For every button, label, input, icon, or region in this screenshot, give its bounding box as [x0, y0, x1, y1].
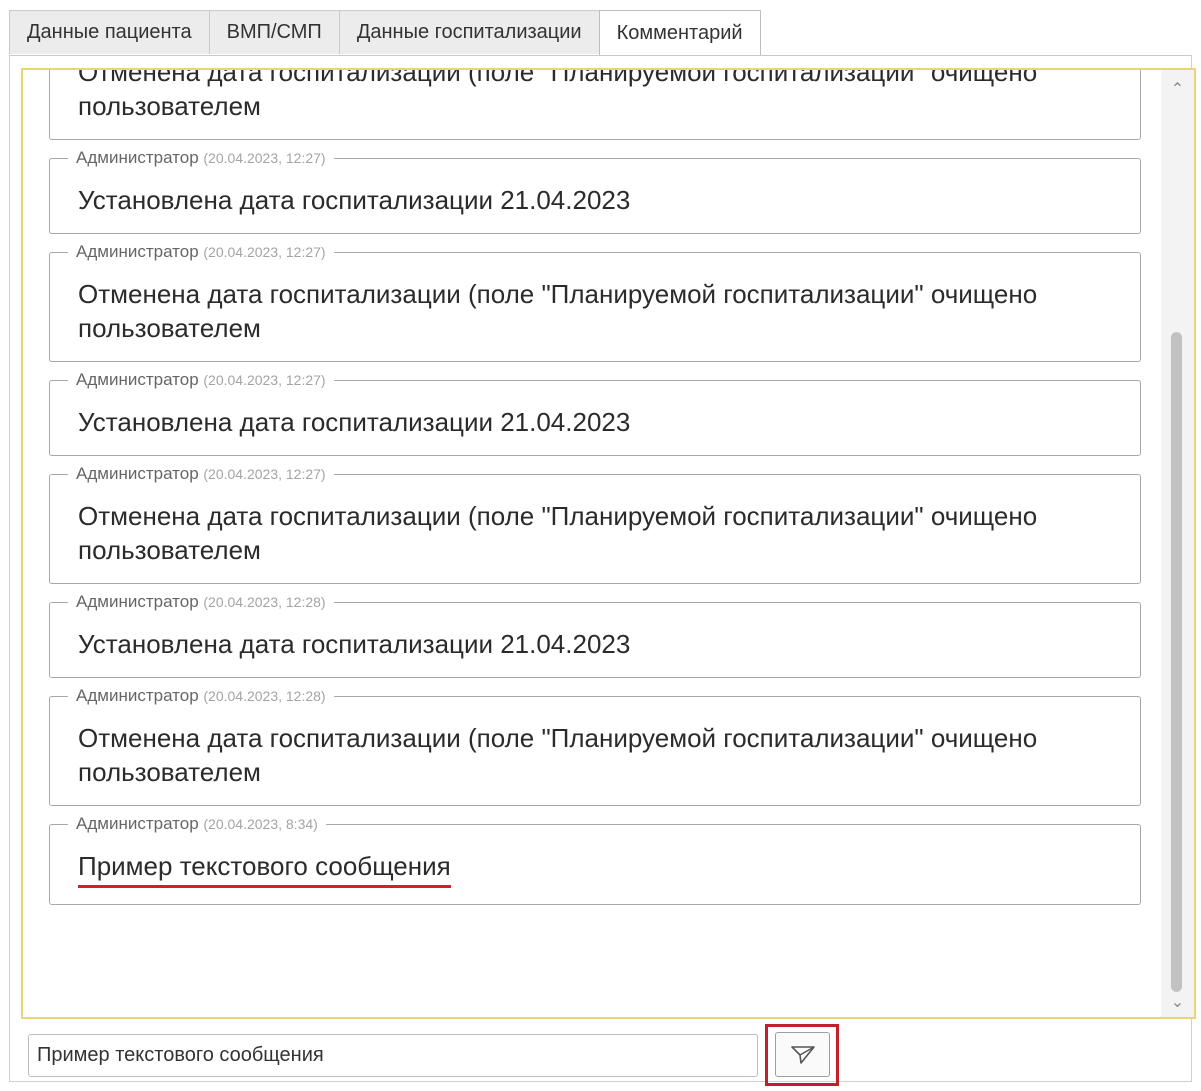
comment-text: Отменена дата госпитализации (поле "План…	[78, 279, 1038, 343]
comment-entry: Администратор (20.04.2023, 12:28) Устано…	[49, 592, 1141, 678]
comment-author: Администратор	[76, 242, 199, 261]
comment-timestamp: (20.04.2023, 12:28)	[203, 594, 326, 610]
comment-entry: Администратор (20.04.2023, 12:28) Отмене…	[49, 686, 1141, 806]
tab-bar: Данные пациента ВМП/СМП Данные госпитали…	[9, 10, 761, 56]
tab-comment[interactable]: Комментарий	[598, 10, 761, 56]
comment-text: Установлена дата госпитализации 21.04.20…	[78, 629, 631, 659]
comment-header: Администратор (20.04.2023, 12:27)	[68, 148, 334, 168]
message-input[interactable]	[28, 1034, 758, 1077]
comment-entry-latest: Администратор (20.04.2023, 8:34) Пример …	[49, 814, 1141, 905]
comment-timestamp: (20.04.2023, 8:34)	[203, 816, 318, 832]
comment-text-highlighted: Пример текстового сообщения	[78, 849, 451, 888]
comment-header: Администратор (20.04.2023, 12:28)	[68, 686, 334, 706]
comment-author: Администратор	[76, 370, 199, 389]
comment-timestamp: (20.04.2023, 12:27)	[203, 466, 326, 482]
comment-timestamp: (20.04.2023, 12:27)	[203, 372, 326, 388]
comment-author: Администратор	[76, 592, 199, 611]
comment-author: Администратор	[76, 686, 199, 705]
comment-timestamp: (20.04.2023, 12:27)	[203, 244, 326, 260]
tab-hospitalization-data[interactable]: Данные госпитализации	[338, 10, 600, 54]
comment-author: Администратор	[76, 464, 199, 483]
comment-list: Отменена дата госпитализации (поле "План…	[23, 68, 1158, 923]
comment-author: Администратор	[76, 814, 199, 833]
comment-log[interactable]: Отменена дата госпитализации (поле "План…	[21, 68, 1196, 1019]
comment-entry: Администратор (20.04.2023, 12:27) Отмене…	[49, 242, 1141, 362]
scroll-up-icon[interactable]: ⌃	[1161, 74, 1194, 104]
comment-entry: Отменена дата госпитализации (поле "План…	[49, 68, 1141, 140]
comment-text: Установлена дата госпитализации 21.04.20…	[78, 185, 631, 215]
tab-patient-data[interactable]: Данные пациента	[9, 10, 210, 54]
comment-text: Установлена дата госпитализации 21.04.20…	[78, 407, 631, 437]
comment-entry: Администратор (20.04.2023, 12:27) Устано…	[49, 370, 1141, 456]
scrollbar-thumb[interactable]	[1171, 332, 1182, 992]
comment-timestamp: (20.04.2023, 12:28)	[203, 688, 326, 704]
comment-header: Администратор (20.04.2023, 12:27)	[68, 464, 334, 484]
comment-text: Отменена дата госпитализации (поле "План…	[78, 501, 1038, 565]
comment-header: Администратор (20.04.2023, 12:27)	[68, 370, 334, 390]
comment-text: Отменена дата госпитализации (поле "План…	[78, 68, 1038, 121]
send-icon	[790, 1045, 815, 1064]
scroll-down-icon[interactable]: ⌄	[1161, 987, 1194, 1017]
comment-timestamp: (20.04.2023, 12:27)	[203, 150, 326, 166]
comment-header: Администратор (20.04.2023, 12:28)	[68, 592, 334, 612]
comment-entry: Администратор (20.04.2023, 12:27) Отмене…	[49, 464, 1141, 584]
comment-entry: Администратор (20.04.2023, 12:27) Устано…	[49, 148, 1141, 234]
send-button[interactable]	[775, 1032, 830, 1077]
comment-text: Отменена дата госпитализации (поле "План…	[78, 723, 1038, 787]
comment-header: Администратор (20.04.2023, 8:34)	[68, 814, 326, 834]
comment-author: Администратор	[76, 148, 199, 167]
tab-vmp-smp[interactable]: ВМП/СМП	[208, 10, 340, 54]
comment-header: Администратор (20.04.2023, 12:27)	[68, 242, 334, 262]
vertical-scrollbar[interactable]: ⌃ ⌄	[1161, 70, 1194, 1017]
